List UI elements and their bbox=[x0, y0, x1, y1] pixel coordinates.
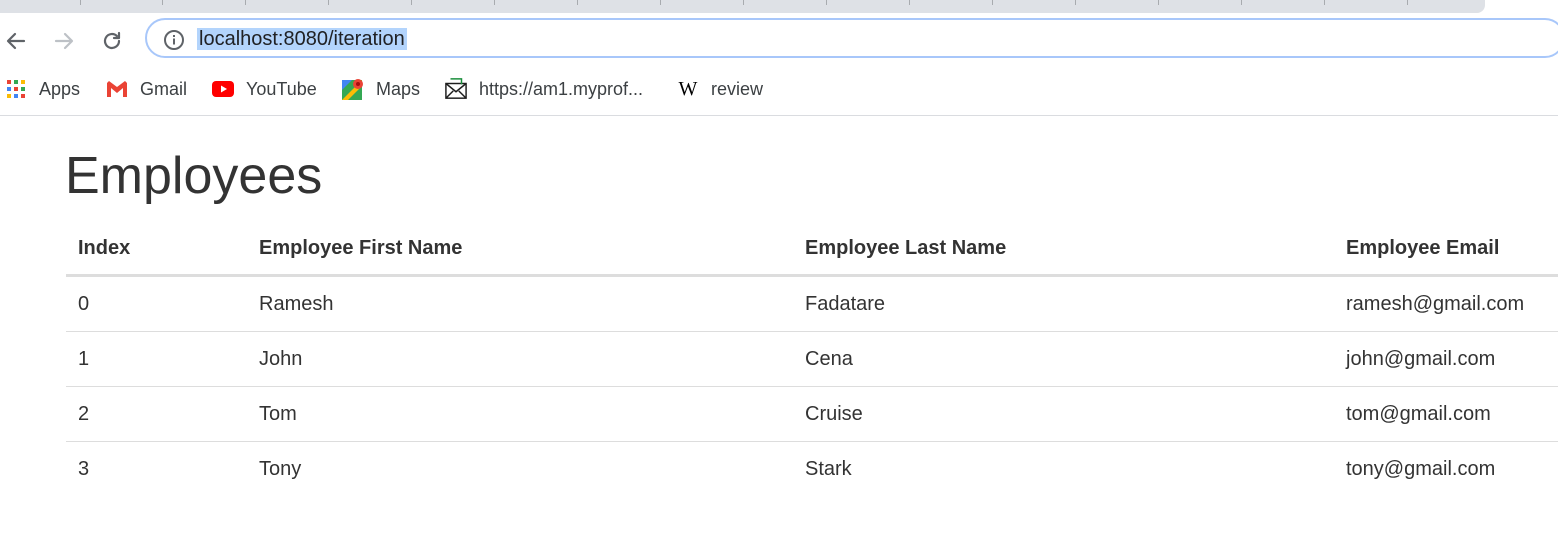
table-row: 1 John Cena john@gmail.com bbox=[66, 331, 1558, 387]
bookmark-label: https://am1.myprof... bbox=[479, 78, 644, 99]
forward-arrow-icon bbox=[54, 32, 74, 50]
bookmark-apps[interactable]: Apps bbox=[5, 78, 80, 100]
tab-divider bbox=[660, 0, 661, 5]
cell-email: tony@gmail.com bbox=[1346, 457, 1496, 480]
address-bar[interactable]: localhost:8080/iteration bbox=[145, 18, 1558, 58]
table-header-row: Index Employee First Name Employee Last … bbox=[66, 222, 1558, 277]
column-header-first-name: Employee First Name bbox=[247, 222, 793, 277]
bookmark-label: Gmail bbox=[140, 78, 188, 99]
back-arrow-icon bbox=[6, 32, 26, 50]
tab-divider bbox=[992, 0, 993, 5]
bookmark-label: YouTube bbox=[246, 78, 317, 99]
table-row: 2 Tom Cruise tom@gmail.com bbox=[66, 386, 1558, 442]
cell-first-name: Tom bbox=[247, 386, 793, 442]
table-row: 0 Ramesh Fadatare ramesh@gmail.com bbox=[66, 275, 1558, 332]
cell-first-name: Ramesh bbox=[247, 275, 793, 332]
tab-divider bbox=[743, 0, 744, 5]
tab-divider bbox=[577, 0, 578, 5]
site-info-icon[interactable] bbox=[163, 29, 185, 56]
bookmark-maps[interactable]: Maps bbox=[342, 78, 420, 100]
tab-divider bbox=[1407, 0, 1408, 5]
tab-divider bbox=[1324, 0, 1325, 5]
column-header-last-name: Employee Last Name bbox=[793, 222, 1334, 277]
cell-index: 0 bbox=[66, 275, 247, 332]
reload-button[interactable] bbox=[98, 27, 126, 55]
cell-email: ramesh@gmail.com bbox=[1334, 275, 1558, 332]
tab-strip bbox=[0, 0, 1485, 13]
back-button[interactable] bbox=[2, 27, 30, 55]
tab-divider bbox=[494, 0, 495, 5]
column-header-index: Index bbox=[66, 222, 247, 277]
cell-email: john@gmail.com bbox=[1334, 331, 1558, 387]
wikipedia-icon: W bbox=[678, 77, 698, 100]
envelope-icon bbox=[445, 78, 467, 100]
cell-last-name: Stark bbox=[805, 457, 852, 480]
tab-divider bbox=[1158, 0, 1159, 5]
youtube-icon bbox=[212, 78, 234, 100]
forward-button[interactable] bbox=[50, 27, 78, 55]
tab-divider bbox=[411, 0, 412, 5]
tab-divider bbox=[80, 0, 81, 5]
tab-divider bbox=[826, 0, 827, 5]
bookmark-label: Maps bbox=[376, 78, 421, 99]
cell-last-name: Cena bbox=[793, 331, 1334, 387]
tab-divider bbox=[1075, 0, 1076, 5]
column-header-email: Employee Email bbox=[1334, 222, 1558, 277]
cell-index: 1 bbox=[66, 331, 247, 387]
tab-divider bbox=[328, 0, 329, 5]
gmail-icon bbox=[106, 78, 128, 100]
maps-icon bbox=[342, 78, 364, 100]
tab-divider bbox=[1241, 0, 1242, 5]
cell-index: 2 bbox=[66, 386, 247, 442]
cell-email: tom@gmail.com bbox=[1334, 386, 1558, 442]
bookmarks-bar: Apps Gmail YouTube Maps https://am1.mypr… bbox=[0, 71, 1558, 116]
cell-last-name: Cruise bbox=[793, 386, 1334, 442]
cell-last-name: Fadatare bbox=[793, 275, 1334, 332]
bookmark-youtube[interactable]: YouTube bbox=[212, 78, 317, 100]
apps-grid-icon bbox=[5, 78, 27, 100]
table-row: 3 Tony Stark tony@gmail.com bbox=[66, 442, 1558, 497]
tab-divider bbox=[162, 0, 163, 5]
bookmark-gmail[interactable]: Gmail bbox=[106, 78, 187, 100]
page-title: Employees bbox=[65, 147, 323, 205]
cell-index: 3 bbox=[78, 457, 90, 480]
tab-divider bbox=[245, 0, 246, 5]
bookmark-myprofile[interactable]: https://am1.myprof... bbox=[445, 78, 643, 100]
reload-icon bbox=[103, 31, 121, 50]
url-text[interactable]: localhost:8080/iteration bbox=[197, 28, 407, 50]
browser-toolbar: localhost:8080/iteration bbox=[0, 13, 1558, 71]
tab-divider bbox=[909, 0, 910, 5]
cell-first-name: Tony bbox=[259, 457, 302, 480]
employees-table: Index Employee First Name Employee Last … bbox=[66, 222, 1558, 496]
bookmark-review[interactable]: W review bbox=[677, 78, 763, 100]
cell-first-name: John bbox=[247, 331, 793, 387]
bookmark-label: review bbox=[711, 78, 764, 99]
bookmark-label: Apps bbox=[39, 78, 81, 99]
